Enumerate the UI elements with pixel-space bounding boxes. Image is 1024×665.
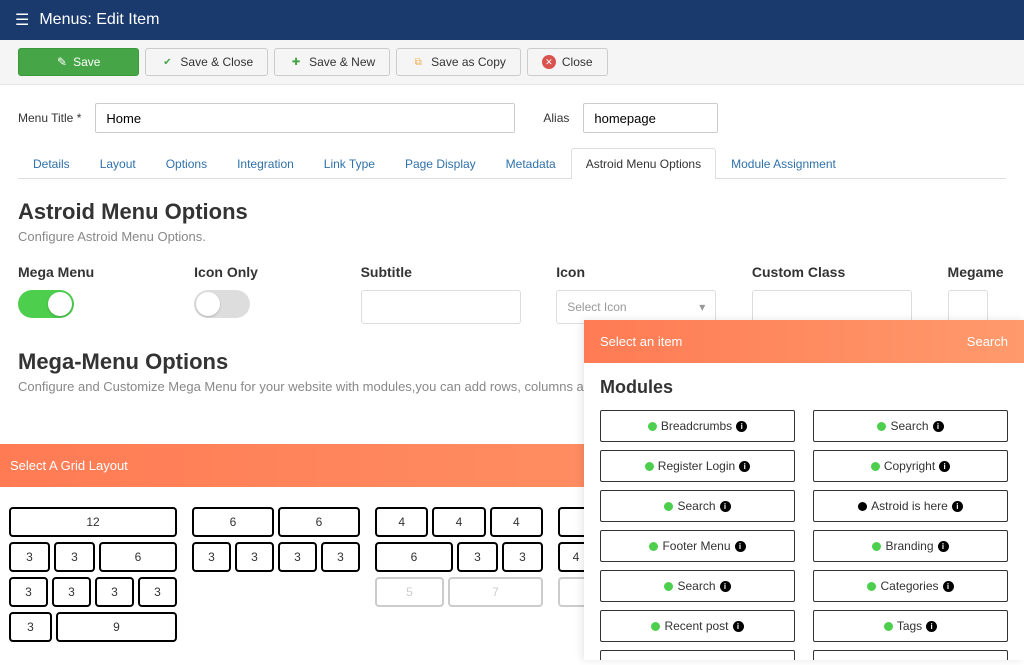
module-item[interactable]: Astroid is herei xyxy=(813,490,1008,522)
tab-module-assignment[interactable]: Module Assignment xyxy=(716,148,851,179)
custom-class-label: Custom Class xyxy=(752,264,918,280)
status-dot xyxy=(877,422,886,431)
subtitle-input[interactable] xyxy=(361,290,521,324)
module-item[interactable]: Recent posti xyxy=(600,610,795,642)
icon-label: Icon xyxy=(556,264,722,280)
status-dot xyxy=(651,622,660,631)
alias-input[interactable] xyxy=(583,103,718,133)
chevron-down-icon: ▾ xyxy=(699,300,705,314)
mega-menu-toggle[interactable] xyxy=(18,290,74,318)
status-dot xyxy=(645,462,654,471)
megame-label: Megame xyxy=(948,264,1006,280)
close-icon: ✕ xyxy=(542,55,556,69)
icon-only-label: Icon Only xyxy=(194,264,330,280)
custom-class-input[interactable] xyxy=(752,290,912,324)
info-icon: i xyxy=(733,621,744,632)
grid-layout-option[interactable]: 66 3333 xyxy=(192,507,360,647)
info-icon: i xyxy=(926,621,937,632)
menu-title-label: Menu Title * xyxy=(18,111,81,125)
icon-only-toggle[interactable] xyxy=(194,290,250,318)
page-header: ☰ Menus: Edit Item xyxy=(0,0,1024,40)
status-dot xyxy=(858,502,867,511)
info-icon: i xyxy=(720,501,731,512)
info-icon: i xyxy=(943,581,954,592)
title-row: Menu Title * Alias xyxy=(18,103,1006,133)
status-dot xyxy=(664,502,673,511)
module-item[interactable]: Searchi xyxy=(813,410,1008,442)
info-icon: i xyxy=(938,541,949,552)
save-copy-button[interactable]: ⧉ Save as Copy xyxy=(396,48,521,76)
info-icon: i xyxy=(952,501,963,512)
page-title: Menus: Edit Item xyxy=(39,11,159,29)
mega-menu-label: Mega Menu xyxy=(18,264,164,280)
status-dot xyxy=(872,542,881,551)
module-item[interactable]: Tagsi xyxy=(813,610,1008,642)
tabs: DetailsLayoutOptionsIntegrationLink Type… xyxy=(18,148,1006,179)
plus-icon: ✚ xyxy=(289,55,303,69)
section-title: Astroid Menu Options xyxy=(18,199,1006,225)
icon-select[interactable]: Select Icon ▾ xyxy=(556,290,716,324)
tab-metadata[interactable]: Metadata xyxy=(491,148,571,179)
tab-integration[interactable]: Integration xyxy=(222,148,309,179)
options-row: Mega Menu Icon Only Subtitle Icon Select… xyxy=(18,264,1006,324)
grid-layout-option[interactable]: 12 336 3333 39 xyxy=(9,507,177,647)
check-icon: ✔ xyxy=(160,55,174,69)
status-dot xyxy=(664,582,673,591)
info-icon: i xyxy=(933,421,944,432)
tab-page-display[interactable]: Page Display xyxy=(390,148,491,179)
save-button[interactable]: ✎ Save xyxy=(18,48,139,76)
status-dot xyxy=(649,542,658,551)
section-desc: Configure Astroid Menu Options. xyxy=(18,229,1006,244)
check-icon: ✎ xyxy=(57,55,67,69)
grid-layout-option[interactable]: 444 633 57 xyxy=(375,507,543,647)
search-link[interactable]: Search xyxy=(967,334,1008,349)
status-dot xyxy=(884,622,893,631)
module-item[interactable]: Searchi xyxy=(600,570,795,602)
subtitle-label: Subtitle xyxy=(361,264,527,280)
status-dot xyxy=(867,582,876,591)
tab-link-type[interactable]: Link Type xyxy=(309,148,390,179)
info-icon: i xyxy=(939,461,950,472)
module-selector-panel: Select an item Search Modules Breadcrumb… xyxy=(584,320,1024,660)
tab-options[interactable]: Options xyxy=(151,148,222,179)
status-dot xyxy=(871,462,880,471)
modules-grid: Breadcrumbsi Searchi Register Logini Copyri… xyxy=(600,410,1008,660)
copy-icon: ⧉ xyxy=(411,55,425,69)
module-item[interactable]: Copyrighti xyxy=(813,450,1008,482)
alias-label: Alias xyxy=(543,111,569,125)
module-item[interactable]: Register Logini xyxy=(600,450,795,482)
panel-header: Select an item Search xyxy=(584,320,1024,363)
module-item[interactable]: Searchi xyxy=(600,490,795,522)
info-icon: i xyxy=(736,421,747,432)
save-new-button[interactable]: ✚ Save & New xyxy=(274,48,390,76)
megame-input[interactable] xyxy=(948,290,988,324)
info-icon: i xyxy=(735,541,746,552)
tab-details[interactable]: Details xyxy=(18,148,85,179)
info-icon: i xyxy=(739,461,750,472)
module-item[interactable]: Breadcrumbsi xyxy=(600,410,795,442)
module-item[interactable]: Footer Menui xyxy=(600,530,795,562)
toolbar: ✎ Save ✔ Save & Close ✚ Save & New ⧉ Sav… xyxy=(0,40,1024,85)
close-button[interactable]: ✕ Close xyxy=(527,48,608,76)
tab-layout[interactable]: Layout xyxy=(85,148,151,179)
module-item[interactable]: Brandingi xyxy=(813,530,1008,562)
status-dot xyxy=(648,422,657,431)
module-item[interactable]: Categoriesi xyxy=(813,570,1008,602)
menu-icon: ☰ xyxy=(15,10,29,30)
save-close-button[interactable]: ✔ Save & Close xyxy=(145,48,268,76)
tab-astroid-menu-options[interactable]: Astroid Menu Options xyxy=(571,148,716,179)
info-icon: i xyxy=(720,581,731,592)
modules-title: Modules xyxy=(600,377,1008,398)
menu-title-input[interactable] xyxy=(95,103,515,133)
